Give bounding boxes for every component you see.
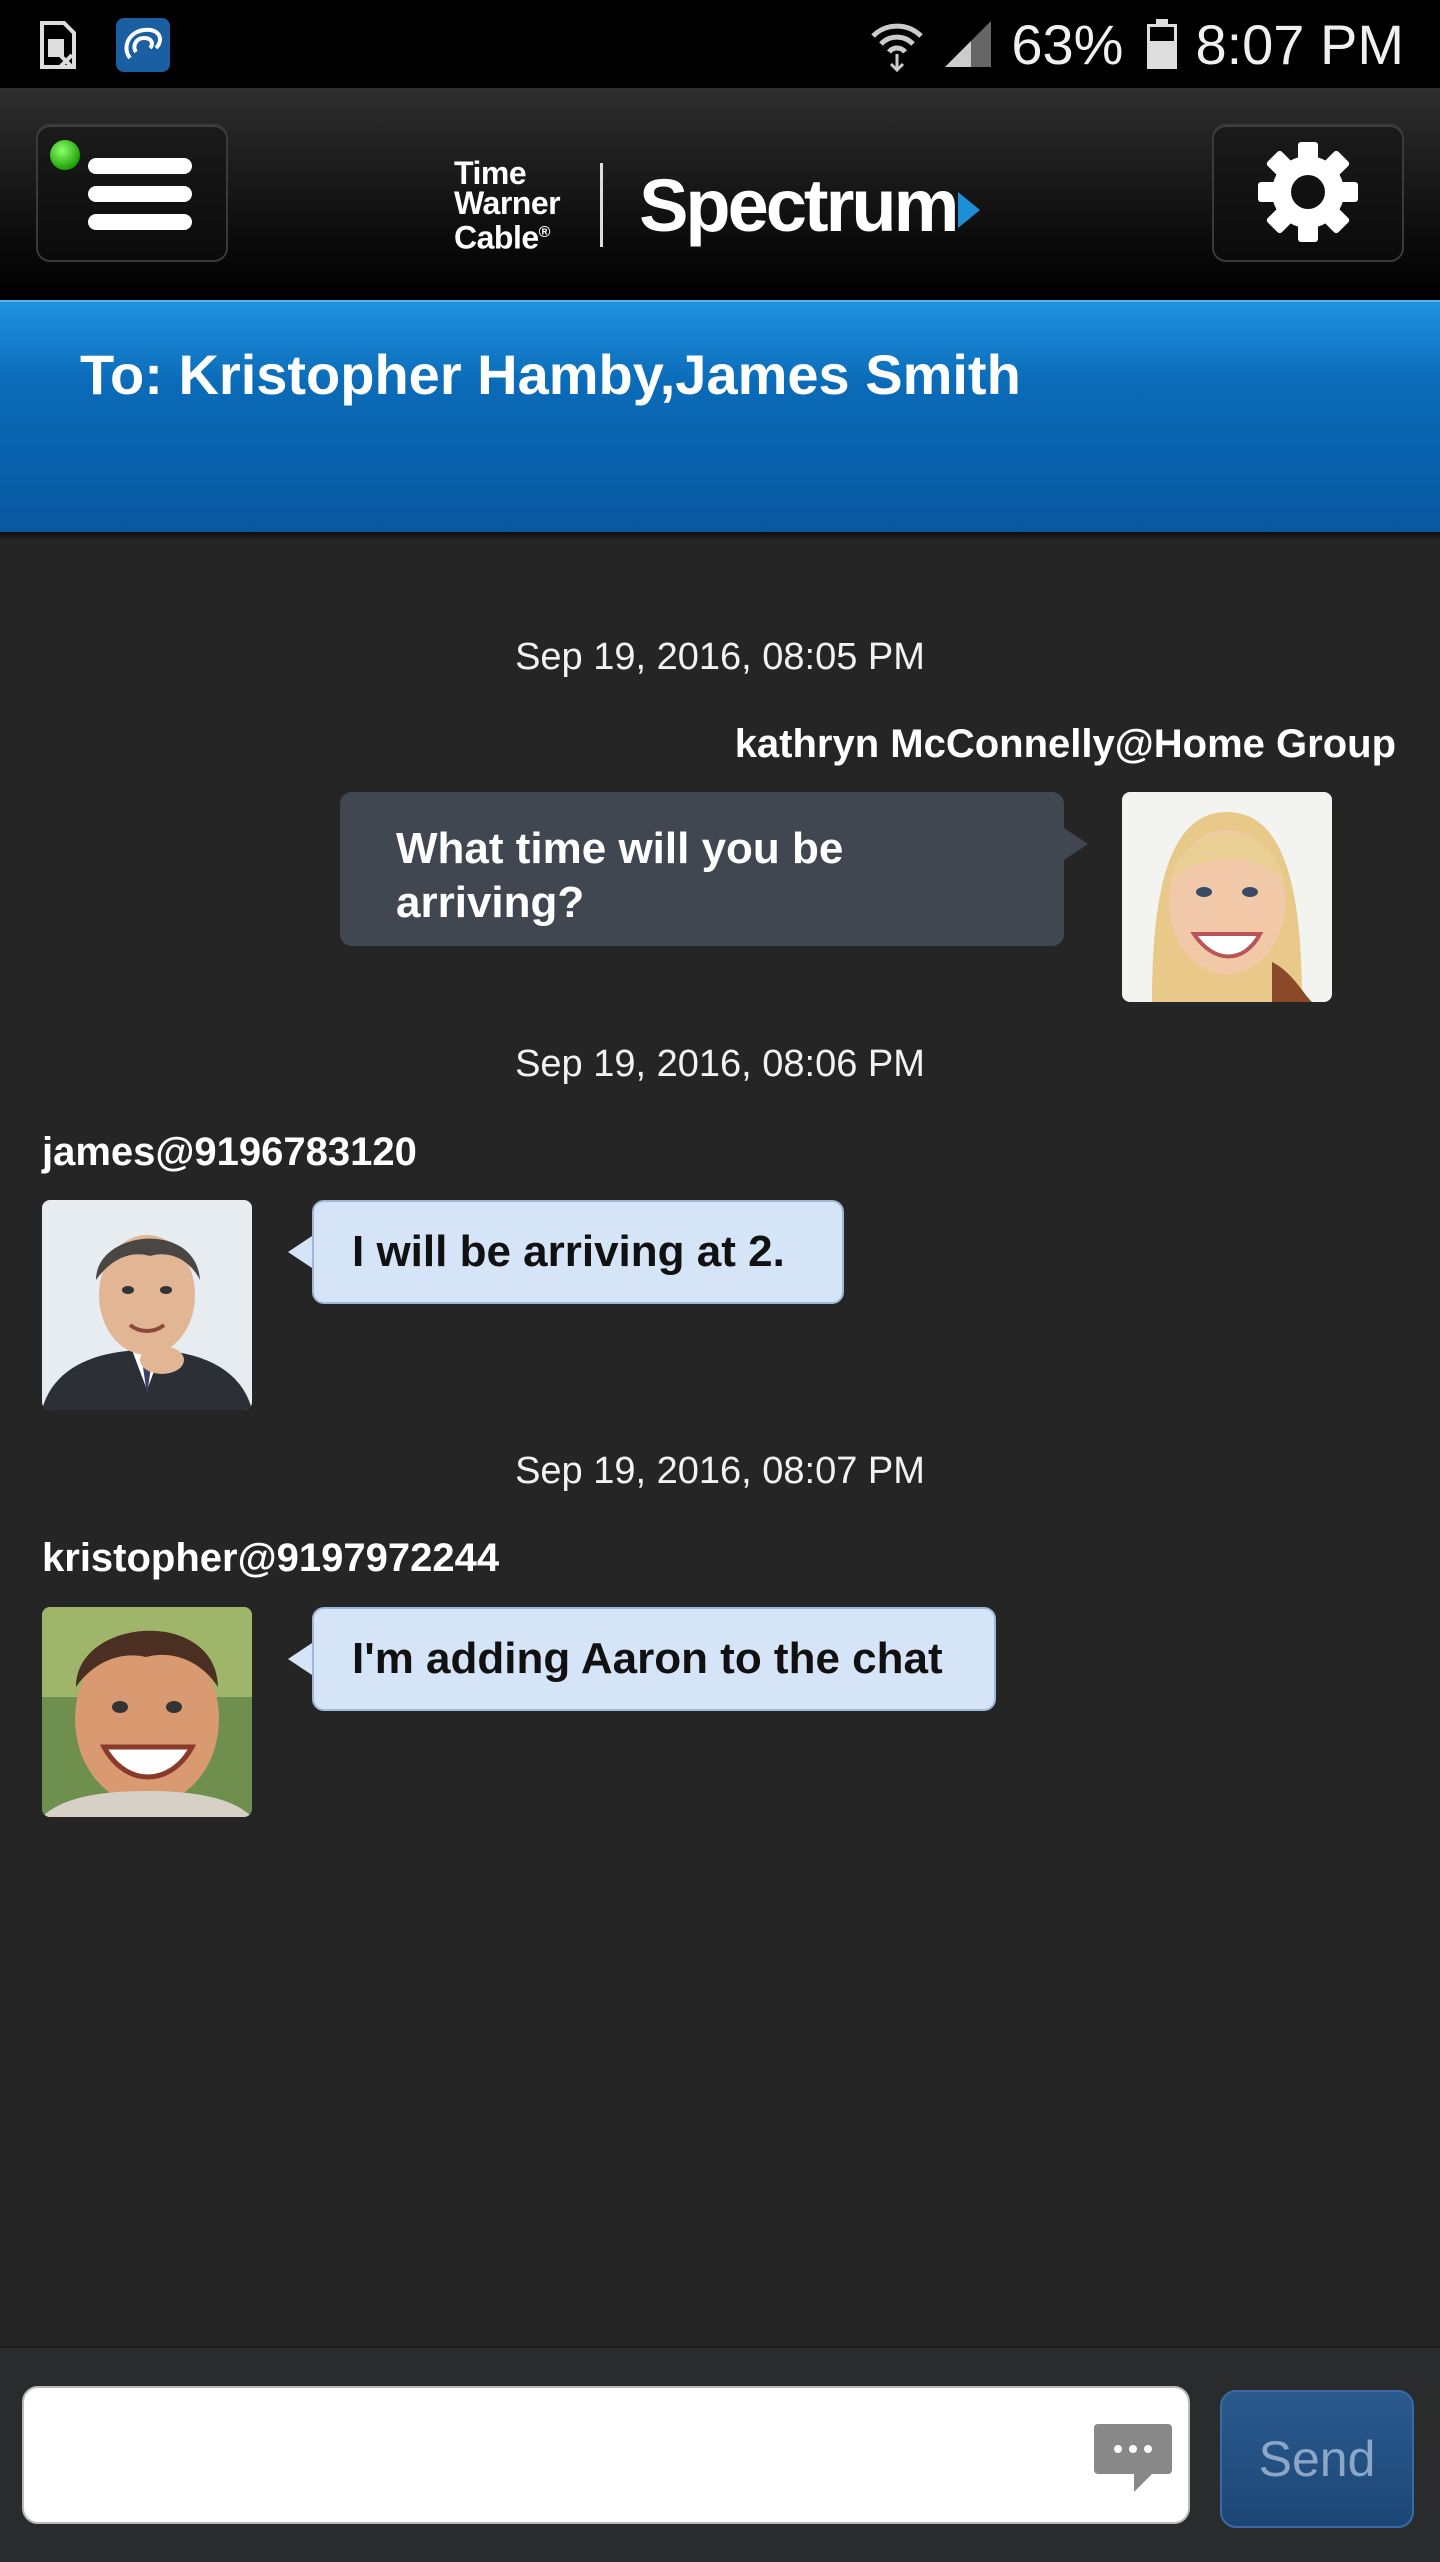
- signal-icon: [945, 21, 992, 67]
- chat-bubble-icon[interactable]: [1092, 2422, 1174, 2494]
- avatar-image: [42, 1607, 252, 1817]
- recipients-bar[interactable]: To: Kristopher Hamby,James Smith: [0, 300, 1440, 534]
- message-sender: kathryn McConnelly@Home Group: [734, 722, 1396, 766]
- avatar-image: [42, 1200, 252, 1410]
- logo-divider: [600, 163, 604, 247]
- battery-icon: [1147, 19, 1178, 69]
- status-bar: 63% 8:07 PM: [0, 0, 1440, 88]
- bubble-tail: [288, 1236, 312, 1268]
- bubble-tail: [1064, 828, 1088, 860]
- message-bubble-incoming[interactable]: I'm adding Aaron to the chat: [312, 1607, 996, 1711]
- online-status-dot: [50, 140, 80, 170]
- twc-logo: Time Warner Cable®: [454, 154, 561, 256]
- message-timestamp: Sep 19, 2016, 08:06 PM: [515, 1043, 925, 1085]
- avatar-image: [1122, 792, 1332, 1002]
- brand-logo: Time Warner Cable® Spectrum: [454, 150, 981, 260]
- clock: 8:07 PM: [1195, 12, 1404, 76]
- gear-icon: [1258, 142, 1358, 242]
- menu-button[interactable]: [36, 124, 228, 262]
- header-shadow: [0, 532, 1440, 540]
- recipients-text: To: Kristopher Hamby,James Smith: [80, 343, 1021, 406]
- message-bubble-outgoing[interactable]: What time will you be arriving?: [340, 792, 1064, 946]
- spectrum-arrow-icon: [958, 192, 981, 228]
- settings-button[interactable]: [1212, 124, 1404, 262]
- send-button[interactable]: Send: [1220, 2390, 1414, 2528]
- spectrum-logo: Spectrum: [639, 163, 959, 247]
- avatar: [42, 1200, 252, 1410]
- bubble-tail: [288, 1643, 312, 1675]
- message-sender: kristopher@9197972244: [42, 1536, 500, 1580]
- message-sender: james@9196783120: [42, 1130, 417, 1174]
- sim-card-icon: [40, 21, 76, 69]
- message-input[interactable]: [22, 2386, 1190, 2524]
- message-composer: Send: [0, 2346, 1440, 2562]
- message-timestamp: Sep 19, 2016, 08:07 PM: [515, 1450, 925, 1492]
- message-timestamp: Sep 19, 2016, 08:05 PM: [515, 636, 925, 678]
- wifi-icon: [871, 23, 924, 72]
- app-header: Time Warner Cable® Spectrum: [0, 88, 1440, 300]
- avatar: [1122, 792, 1332, 1002]
- avatar: [42, 1607, 252, 1817]
- message-bubble-incoming[interactable]: I will be arriving at 2.: [312, 1200, 844, 1304]
- twc-app-icon: [116, 18, 170, 72]
- battery-percent: 63%: [1011, 12, 1124, 76]
